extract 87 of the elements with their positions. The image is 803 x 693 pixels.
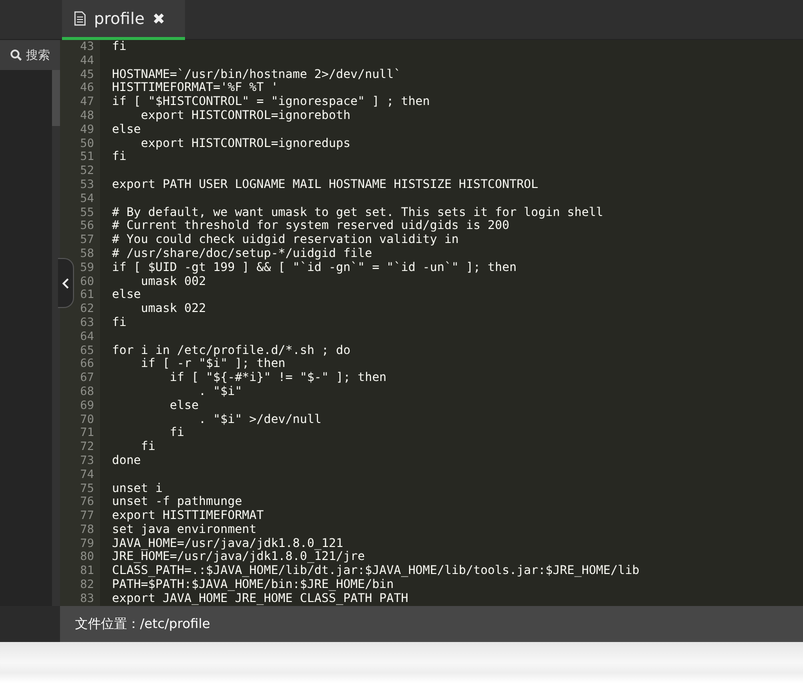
code-line: umask 002 [140, 274, 206, 288]
line-number: 54 [79, 192, 95, 206]
line-number: 46 [79, 81, 95, 96]
code-line: done [111, 454, 141, 468]
line-number: 68 [79, 384, 95, 399]
line-number: 66 [79, 357, 95, 372]
code-line: if [ -r "$i" ]; then [140, 357, 286, 372]
line-number: 74 [79, 468, 95, 482]
code-line: export JAVA_HOME JRE_HOME CLASS_PATH PATH [111, 592, 408, 606]
line-number: 60 [79, 274, 95, 288]
code-line: else [111, 122, 141, 137]
line-number: 55 [79, 206, 95, 220]
line-number: 79 [79, 536, 95, 550]
search-icon [10, 49, 22, 61]
line-number: 45 [79, 68, 95, 82]
code-line: export HISTCONTROL=ignoredups [140, 136, 350, 150]
code-line: JAVA_HOME=/usr/java/jdk1.8.0_121 [111, 536, 344, 550]
code-line: PATH=$PATH:$JAVA_HOME/bin:$JRE_HOME/bin [111, 578, 394, 592]
line-number: 71 [79, 426, 95, 440]
code-line: # Current threshold for system reserved uid/gids is 200 [111, 219, 510, 234]
code-line: JRE_HOME=/usr/java/jdk1.8.0_121/jre [111, 550, 365, 564]
code-line: else [168, 398, 199, 413]
code-line: . "$i" >/dev/null [198, 412, 322, 426]
line-number: 67 [79, 371, 95, 385]
line-number: 76 [79, 495, 95, 510]
code-line: else [111, 288, 141, 302]
code-line: if [ $UID -gt 199 ] && [ "`id -gn`" = "`id -un`" ]; then [111, 260, 517, 275]
code-line: if [ "$HISTCONTROL" = "ignorespace" ] ; then [111, 95, 430, 109]
line-number: 56 [79, 219, 95, 234]
line-number: 44 [79, 54, 95, 68]
code-line: if [ "${-#*i}" != "$-" ]; then [168, 371, 387, 385]
line-number: 57 [79, 233, 95, 247]
line-number: 77 [79, 509, 95, 523]
code-line: . "$i" [198, 384, 242, 399]
collapse-handle[interactable] [58, 258, 74, 308]
code-line: fi [168, 426, 184, 440]
code-line: export HISTTIMEFORMAT [111, 509, 264, 523]
line-number: 80 [79, 550, 95, 564]
line-number: 58 [79, 246, 95, 261]
code-line: export PATH USER LOGNAME MAIL HOSTNAME HISTSIZE HISTCONTROL [111, 178, 538, 192]
code-line: # By default, we want umask to get set. This sets it for login shell [111, 206, 604, 220]
search-button[interactable]: 搜索 [0, 40, 60, 70]
code-line: HISTTIMEFORMAT='%F %T ' [111, 81, 278, 96]
code-line: export HISTCONTROL=ignoreboth [140, 108, 350, 123]
line-number: 61 [79, 288, 95, 302]
document-icon [74, 11, 86, 26]
file-tab[interactable]: profile ✖ [62, 0, 185, 40]
code-line: fi [111, 40, 126, 54]
code-line: fi [140, 440, 156, 454]
code-line: HOSTNAME=`/usr/bin/hostname 2>/dev/null` [111, 68, 401, 82]
line-number: 63 [79, 316, 95, 330]
code-line: unset -f pathmunge [111, 495, 242, 510]
code-editor[interactable] [60, 40, 803, 606]
line-number: 73 [79, 454, 95, 468]
code-line: unset i [111, 482, 163, 496]
line-number: 64 [79, 330, 95, 344]
line-number: 78 [79, 522, 95, 537]
code-line: # /usr/share/doc/setup-*/uidgid file [111, 246, 372, 261]
line-number: 81 [79, 564, 95, 578]
line-number: 52 [79, 164, 95, 178]
line-number: 43 [79, 40, 95, 54]
line-number: 65 [79, 344, 95, 358]
file-location: 文件位置：/etc/profile [75, 616, 210, 633]
line-number: 59 [79, 260, 95, 275]
line-number: 69 [79, 398, 95, 413]
line-number: 70 [79, 412, 95, 426]
scrollbar-thumb[interactable] [52, 70, 60, 126]
line-number: 62 [79, 302, 95, 316]
line-number: 50 [79, 136, 95, 150]
line-number: 53 [79, 178, 95, 192]
line-number: 82 [79, 578, 95, 592]
line-number: 48 [79, 108, 95, 123]
close-icon[interactable]: ✖ [152, 10, 166, 28]
code-line: umask 022 [140, 302, 206, 316]
code-line: CLASS_PATH=.:$JAVA_HOME/lib/dt.jar:$JAVA_HOME/lib/tools.jar:$JRE_HOME/lib [111, 564, 640, 578]
line-number: 83 [79, 592, 95, 606]
line-number: 49 [79, 122, 95, 137]
code-line: # You could check uidgid reservation validity in [111, 233, 459, 247]
line-number: 75 [79, 482, 95, 496]
chevron-left-icon [62, 278, 69, 288]
line-number: 51 [79, 150, 95, 164]
code-line: fi [111, 316, 126, 330]
line-number: 72 [79, 440, 95, 454]
code-line: set java environment [111, 522, 256, 537]
code-line: fi [111, 150, 126, 164]
line-number: 47 [79, 95, 95, 109]
code-line: for i in /etc/profile.d/*.sh ; do [111, 344, 350, 358]
